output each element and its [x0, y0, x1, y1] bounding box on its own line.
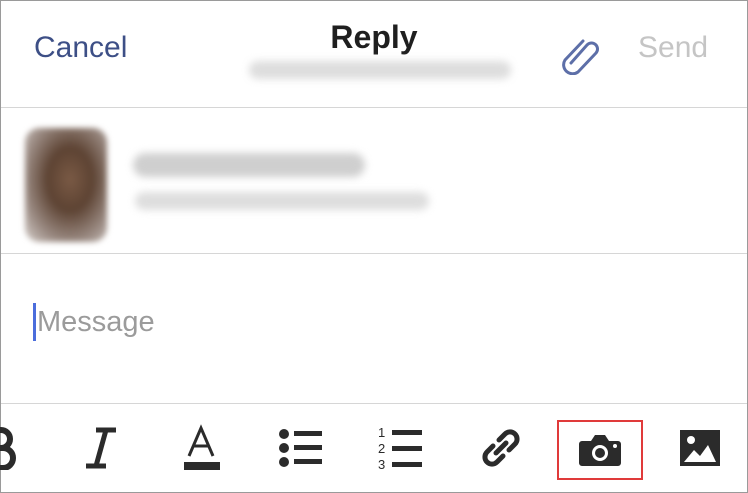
sender-email-redacted: [135, 192, 429, 210]
sender-name-redacted: [133, 153, 365, 177]
bulleted-list-icon[interactable]: [277, 404, 325, 492]
page-title: Reply: [330, 19, 418, 55]
text-color-icon[interactable]: [179, 404, 225, 492]
image-icon[interactable]: [677, 404, 723, 492]
list-number: 1: [378, 425, 385, 440]
subtitle-redacted: [249, 61, 511, 79]
list-number: 2: [378, 441, 385, 456]
header: Cancel Reply Send: [1, 1, 747, 107]
numbered-list-icon[interactable]: 1 2 3: [375, 404, 425, 492]
avatar: [25, 128, 107, 242]
list-number: 3: [378, 457, 385, 471]
paperclip-icon[interactable]: [557, 31, 607, 76]
italic-icon[interactable]: [81, 404, 121, 492]
sender-row: [1, 108, 747, 253]
message-input[interactable]: [37, 300, 717, 344]
link-icon[interactable]: [477, 404, 525, 492]
message-area: [1, 254, 747, 402]
camera-icon[interactable]: [557, 420, 643, 480]
send-button[interactable]: Send: [638, 31, 708, 65]
bold-icon[interactable]: [0, 404, 17, 492]
text-caret: [33, 303, 36, 341]
formatting-toolbar: 1 2 3: [0, 404, 747, 492]
reply-screen: Cancel Reply Send Message 1 2 3: [0, 0, 748, 493]
